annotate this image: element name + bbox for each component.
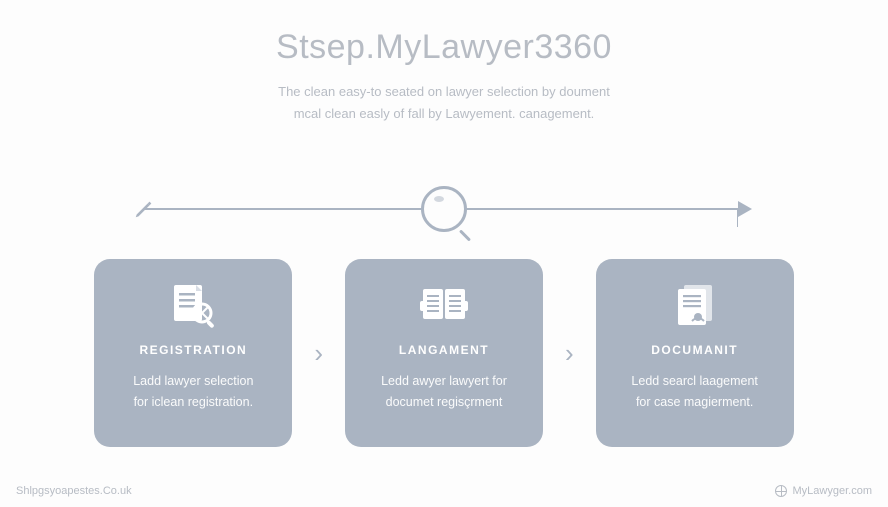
doc-search-icon [166, 277, 220, 333]
chevron-right-icon: › [565, 340, 574, 366]
card-desc-line-2: documet regisçrment [386, 395, 503, 409]
open-book-icon [414, 277, 474, 333]
card-langament: LANGAMENT Ledd awyer lawyert for documet… [345, 259, 543, 447]
process-cards: REGISTRATION Ladd lawyer selection for i… [0, 259, 888, 447]
footer-right-text: MyLawyger.com [793, 485, 872, 497]
card-desc: Ladd lawyer selection for iclean registr… [133, 371, 253, 414]
timeline-end-tick [737, 209, 738, 227]
header: Stsep.MyLawyer3360 The clean easy-to sea… [0, 0, 888, 125]
arrowhead-icon [738, 201, 752, 217]
card-desc-line-2: for case magierment. [636, 395, 753, 409]
page-title: Stsep.MyLawyer3360 [0, 28, 888, 67]
subtitle-line-1: The clean easy-to seated on lawyer selec… [278, 84, 610, 99]
card-title: REGISTRATION [139, 343, 247, 357]
card-desc: Ledd searcl laagement for case magiermen… [631, 371, 757, 414]
card-desc-line-2: for iclean registration. [134, 395, 254, 409]
process-timeline [144, 185, 744, 233]
chevron-right-icon: › [314, 340, 323, 366]
globe-icon [775, 485, 787, 497]
card-documanit: DOCUMANIT Ledd searcl laagement for case… [596, 259, 794, 447]
card-desc: Ledd awyer lawyert for documet regisçrme… [381, 371, 507, 414]
footer: Shlpgsyoapestes.Co.uk MyLawyger.com [0, 485, 888, 497]
subtitle-line-2: mcal clean easly of fall by Lawyement. c… [294, 106, 595, 121]
footer-left-text: Shlpgsyoapestes.Co.uk [16, 485, 132, 497]
card-desc-line-1: Ladd lawyer selection [133, 374, 253, 388]
card-desc-line-1: Ledd searcl laagement [631, 374, 757, 388]
card-desc-line-1: Ledd awyer lawyert for [381, 374, 507, 388]
pencil-icon [133, 198, 155, 220]
doc-stamp-icon [668, 277, 722, 333]
page-subtitle: The clean easy-to seated on lawyer selec… [224, 81, 664, 125]
footer-right: MyLawyger.com [775, 485, 872, 497]
card-title: DOCUMANIT [651, 343, 738, 357]
magnifier-icon [421, 186, 467, 232]
card-registration: REGISTRATION Ladd lawyer selection for i… [94, 259, 292, 447]
card-title: LANGAMENT [399, 343, 489, 357]
